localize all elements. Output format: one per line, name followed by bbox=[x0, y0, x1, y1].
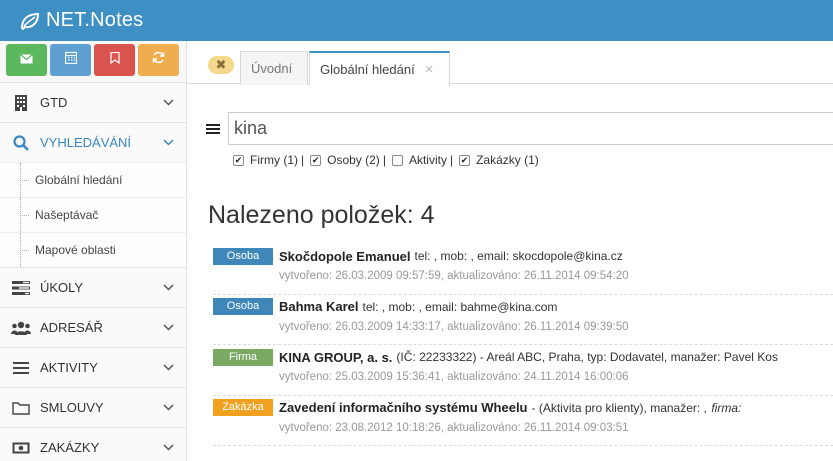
chevron-down-icon bbox=[163, 139, 174, 146]
tab-label: Globální hledání bbox=[320, 62, 415, 77]
filter-zakazky[interactable]: ✔ Zakázky (1) bbox=[459, 153, 539, 167]
type-badge: Firma bbox=[213, 348, 273, 366]
money-icon bbox=[11, 442, 31, 454]
chevron-down-icon bbox=[163, 364, 174, 371]
sidebar-item-label: AKTIVITY bbox=[40, 360, 98, 375]
result-description: tel: , mob: , email: skocdopole@kina.cz bbox=[414, 249, 623, 263]
tab-globalni-hledani[interactable]: Globální hledání × bbox=[309, 51, 450, 86]
sidebar-item-ukoly[interactable]: ÚKOLY bbox=[0, 267, 186, 307]
sidebar: GTD VYHLEDÁVÁNÍ Globální hledání Našeptá… bbox=[0, 41, 187, 461]
sidebar-subitem-mapove-oblasti[interactable]: Mapové oblasti bbox=[0, 232, 186, 267]
type-badge: Osoba bbox=[213, 247, 273, 265]
chevron-down-icon bbox=[163, 444, 174, 451]
filter-firmy[interactable]: ✔ Firmy (1) | bbox=[233, 153, 304, 167]
app-header: NET.Notes bbox=[0, 0, 833, 41]
result-name[interactable]: Bahma Karel bbox=[279, 299, 358, 314]
result-description: (IČ: 22233322) - Areál ABC, Praha, typ: … bbox=[396, 350, 778, 364]
sidebar-item-label: ÚKOLY bbox=[40, 280, 84, 295]
sidebar-item-label: ZAKÁZKY bbox=[40, 440, 100, 455]
results-count-heading: Nalezeno položek: 4 bbox=[208, 201, 435, 229]
leaf-icon bbox=[20, 11, 40, 31]
sidebar-item-label: ADRESÁŘ bbox=[40, 320, 103, 335]
sidebar-item-adresar[interactable]: ADRESÁŘ bbox=[0, 307, 186, 347]
list-item[interactable]: Zakázka Zavedení informačního systému Wh… bbox=[213, 396, 833, 446]
sidebar-subitem-globalni-hledani[interactable]: Globální hledání bbox=[0, 162, 186, 197]
results-list: Osoba Skočdopole Emanuel tel: , mob: , e… bbox=[213, 244, 833, 446]
list-icon bbox=[11, 361, 31, 374]
result-meta: vytvořeno: 26.03.2009 14:33:17, aktualiz… bbox=[279, 320, 629, 333]
envelope-icon bbox=[20, 51, 33, 69]
result-meta: vytvořeno: 23.08.2012 10:18:26, aktualiz… bbox=[279, 421, 629, 434]
filter-label: Firmy (1) bbox=[250, 153, 298, 167]
filter-osoby[interactable]: ✔ Osoby (2) | bbox=[310, 153, 386, 167]
users-icon bbox=[11, 321, 31, 335]
sidebar-item-label: SMLOUVY bbox=[40, 400, 104, 415]
filter-label: Aktivity bbox=[408, 153, 447, 167]
calendar-button[interactable] bbox=[50, 44, 91, 76]
sidebar-item-label: GTD bbox=[40, 95, 68, 110]
search-input[interactable] bbox=[228, 112, 833, 145]
bookmark-icon bbox=[109, 51, 120, 69]
result-description-italic: firma: bbox=[711, 400, 742, 415]
type-badge: Zakázka bbox=[213, 399, 273, 416]
close-icon: ✖ bbox=[215, 57, 227, 72]
quick-actions bbox=[0, 41, 186, 82]
checkbox-checked-icon[interactable]: ✔ bbox=[233, 154, 244, 166]
sidebar-item-vyhledavani[interactable]: VYHLEDÁVÁNÍ bbox=[0, 122, 186, 162]
refresh-button[interactable] bbox=[138, 44, 179, 76]
chevron-down-icon bbox=[163, 99, 174, 106]
mail-button[interactable] bbox=[6, 44, 47, 76]
close-all-tabs-button[interactable]: ✖ bbox=[208, 56, 234, 74]
checkbox-checked-icon[interactable]: ✔ bbox=[310, 154, 322, 166]
result-description: - (Aktivita pro klienty), manažer: , bbox=[531, 400, 707, 415]
checkbox-unchecked-icon[interactable] bbox=[391, 154, 403, 166]
list-item[interactable]: Firma KINA GROUP, a. s. (IČ: 22233322) -… bbox=[213, 345, 833, 396]
filter-aktivity[interactable]: Aktivity | bbox=[391, 153, 454, 167]
folder-icon bbox=[11, 401, 31, 415]
search-filters: ✔ Firmy (1) | ✔ Osoby (2) | Aktivity | ✔… bbox=[233, 153, 545, 167]
chevron-down-icon bbox=[163, 324, 174, 331]
sidebar-item-aktivity[interactable]: AKTIVITY bbox=[0, 347, 186, 387]
sidebar-item-smlouvy[interactable]: SMLOUVY bbox=[0, 387, 186, 427]
result-meta: vytvořeno: 26.03.2009 09:57:59, aktualiz… bbox=[279, 270, 629, 282]
result-name[interactable]: Skočdopole Emanuel bbox=[279, 249, 410, 264]
sidebar-subitem-naseptavac[interactable]: Našeptávač bbox=[0, 197, 186, 232]
tab-uvodni[interactable]: Úvodní bbox=[240, 51, 308, 85]
result-meta: vytvořeno: 25.03.2009 15:36:41, aktualiz… bbox=[279, 371, 629, 383]
tab-label: Úvodní bbox=[251, 61, 293, 76]
tasks-icon bbox=[11, 280, 31, 295]
building-icon bbox=[11, 94, 31, 111]
app-title[interactable]: NET.Notes bbox=[46, 9, 143, 32]
result-name[interactable]: KINA GROUP, a. s. bbox=[279, 350, 392, 365]
result-name[interactable]: Zavedení informačního systému Wheelu bbox=[279, 400, 528, 415]
list-item[interactable]: Osoba Bahma Karel tel: , mob: , email: b… bbox=[213, 295, 833, 345]
search-row bbox=[206, 112, 833, 145]
checkbox-checked-icon[interactable]: ✔ bbox=[459, 154, 471, 166]
chevron-down-icon bbox=[163, 404, 174, 411]
refresh-icon bbox=[152, 51, 165, 69]
main-content: ✖ Úvodní Globální hledání × ✔ Firmy (1) … bbox=[188, 41, 833, 461]
filter-separator: | bbox=[449, 153, 454, 167]
type-badge: Osoba bbox=[213, 298, 273, 315]
filter-separator: | bbox=[382, 153, 386, 167]
list-item[interactable]: Osoba Skočdopole Emanuel tel: , mob: , e… bbox=[213, 244, 833, 295]
filter-label: Zakázky (1) bbox=[476, 153, 539, 167]
filter-separator: | bbox=[301, 153, 305, 167]
close-icon[interactable]: × bbox=[425, 61, 434, 78]
chevron-down-icon bbox=[163, 284, 174, 291]
filter-label: Osoby (2) bbox=[327, 153, 380, 167]
tab-bar: ✖ Úvodní Globální hledání × bbox=[188, 48, 833, 86]
calendar-icon bbox=[64, 51, 77, 69]
sidebar-item-zakazky[interactable]: ZAKÁZKY bbox=[0, 427, 186, 461]
sidebar-item-gtd[interactable]: GTD bbox=[0, 82, 186, 122]
bookmark-button[interactable] bbox=[94, 44, 135, 76]
sidebar-item-label: VYHLEDÁVÁNÍ bbox=[40, 135, 132, 150]
menu-icon[interactable] bbox=[206, 123, 220, 134]
result-description: tel: , mob: , email: bahme@kina.com bbox=[362, 299, 558, 314]
search-icon bbox=[11, 134, 31, 151]
